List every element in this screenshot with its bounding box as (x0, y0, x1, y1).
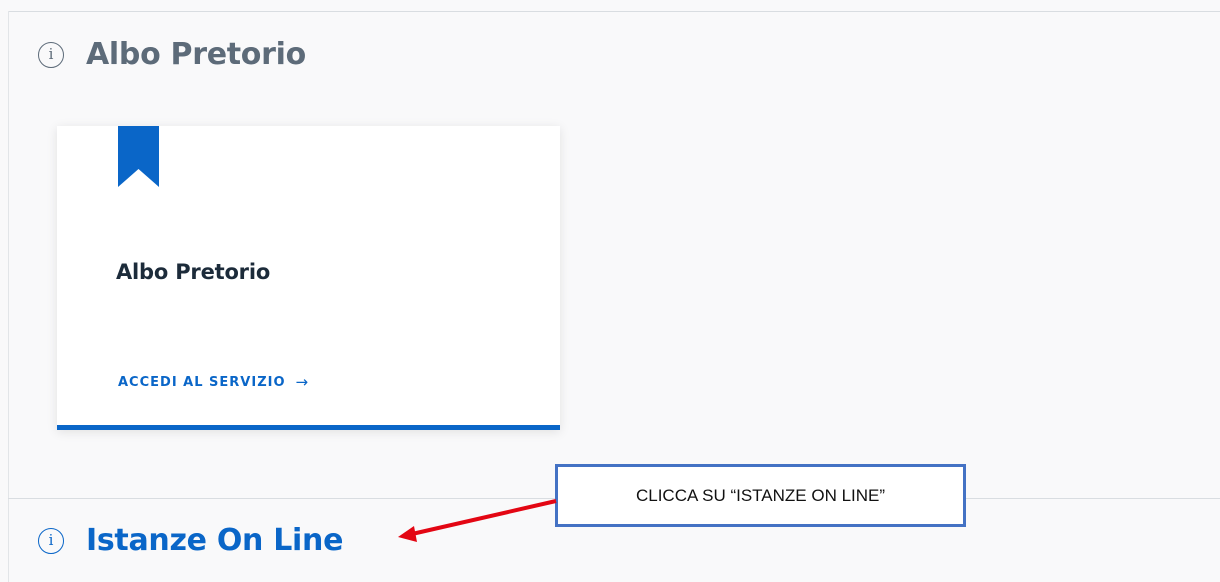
access-service-link-label: ACCEDI AL SERVIZIO (118, 375, 286, 390)
bookmark-icon (118, 126, 159, 187)
istanze-on-line-section-title[interactable]: Istanze On Line (86, 523, 343, 558)
annotation-callout-box: CLICCA SU “ISTANZE ON LINE” (555, 464, 966, 527)
albo-pretorio-section-title: Albo Pretorio (86, 37, 306, 72)
info-icon: i (38, 527, 64, 554)
istanze-on-line-section-header[interactable]: i Istanze On Line (38, 523, 343, 558)
albo-pretorio-service-card[interactable]: Albo Pretorio ACCEDI AL SERVIZIO → (57, 126, 560, 430)
arrow-right-icon: → (295, 373, 309, 391)
access-service-link[interactable]: ACCEDI AL SERVIZIO → (118, 373, 309, 391)
content-left-edge (8, 11, 9, 582)
albo-pretorio-section-header: i Albo Pretorio (38, 37, 306, 72)
info-icon: i (38, 41, 64, 68)
top-divider (8, 11, 1220, 12)
card-title: Albo Pretorio (116, 260, 271, 284)
